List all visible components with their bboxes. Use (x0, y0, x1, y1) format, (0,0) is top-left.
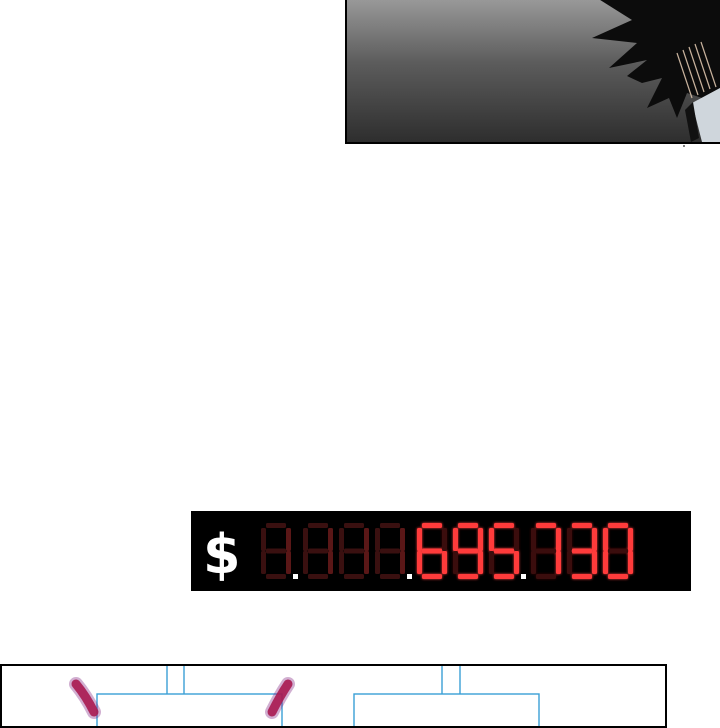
digit-separator (293, 574, 298, 579)
digit-6 (417, 523, 447, 579)
digit-3 (567, 523, 597, 579)
digit-1 (339, 523, 369, 579)
digit-7 (531, 523, 561, 579)
digit-1 (261, 523, 291, 579)
currency-symbol: $ (203, 523, 241, 586)
character-silhouette-art (592, 0, 720, 142)
seven-segment-digits: $ (203, 523, 633, 586)
digit-5 (489, 523, 519, 579)
bottom-panel-art (69, 666, 540, 726)
digit-1 (303, 523, 333, 579)
digit-0 (603, 523, 633, 579)
stray-dot (683, 145, 685, 147)
digit-9 (453, 523, 483, 579)
digit-separator (407, 574, 412, 579)
money-counter-display: $ (191, 511, 691, 591)
comic-panel-top (345, 0, 720, 144)
comic-panel-bottom (0, 664, 667, 728)
digit-1 (375, 523, 405, 579)
digit-separator (521, 574, 526, 579)
